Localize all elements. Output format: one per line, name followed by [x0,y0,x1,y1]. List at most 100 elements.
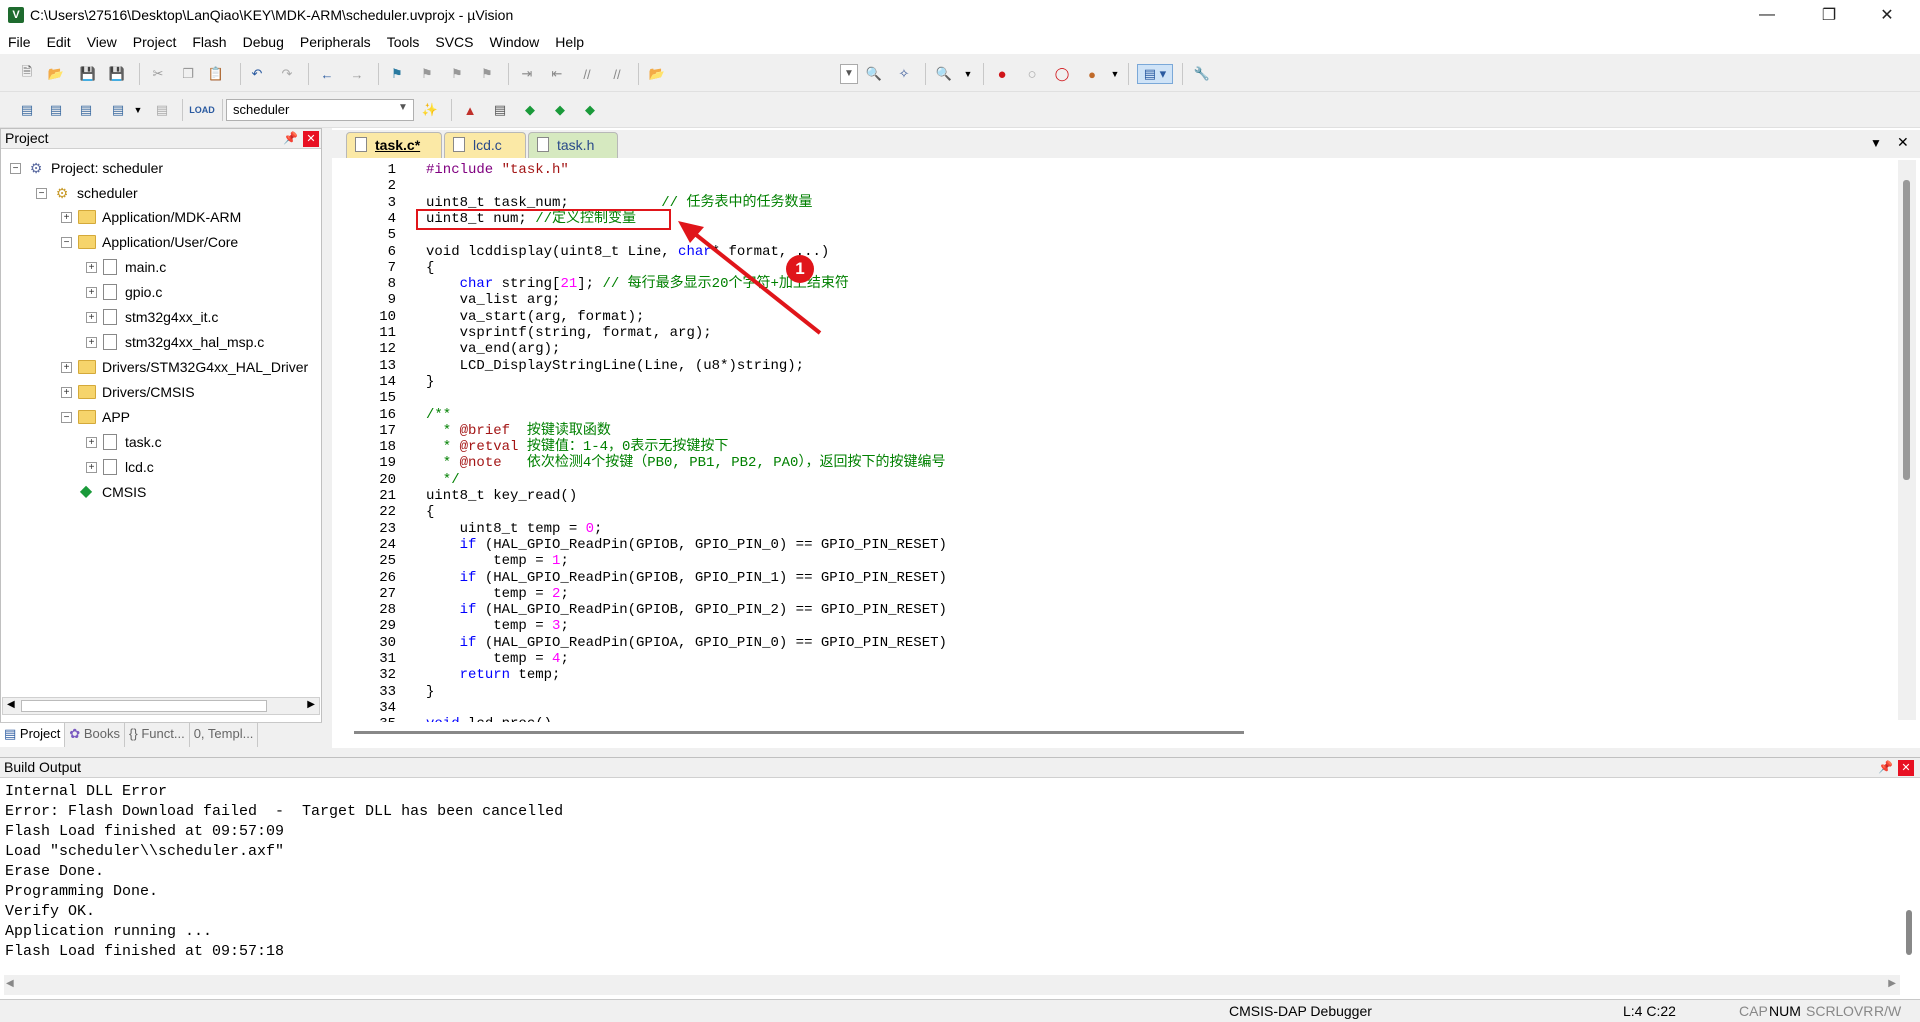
tab-functions[interactable]: {} Funct... [125,723,190,747]
tree-item-group[interactable]: + Drivers/STM32G4xx_HAL_Driver [61,356,308,378]
build-horizontal-scrollbar[interactable]: ◀ ▶ [4,975,1900,995]
cut-icon[interactable]: ✂ [148,64,168,84]
bookmark-icon[interactable]: ⚑ [387,64,407,84]
tree-item-target[interactable]: − ⚙ scheduler [36,182,138,204]
chevron-down-icon[interactable]: ▼ [128,100,148,120]
kill-breakpoints-icon[interactable]: ● [1082,64,1102,84]
tab-task-h[interactable]: task.h [528,132,618,158]
collapse-icon[interactable]: − [36,187,47,199]
configure-icon[interactable]: 🔧 [1192,64,1212,84]
tree-item-file[interactable]: + gpio.c [86,281,162,303]
window-layout-icon[interactable]: ▤ ▾ [1137,64,1173,84]
insert-breakpoint-icon[interactable]: ● [992,64,1012,84]
select-packs-icon[interactable]: ▤ [490,100,510,120]
disable-breakpoints-icon[interactable]: ◯ [1052,64,1072,84]
new-file-icon[interactable]: 🗎 [17,64,37,84]
expand-icon[interactable]: + [86,336,97,348]
manage-components-icon[interactable]: ◆ [580,100,600,120]
close-panel-button[interactable]: ✕ [1898,760,1914,776]
tree-item-file[interactable]: + main.c [86,256,166,278]
menu-edit[interactable]: Edit [39,34,79,50]
expand-icon[interactable]: + [61,361,72,373]
menu-window[interactable]: Window [482,34,548,50]
maximize-button[interactable]: ❐ [1806,0,1852,30]
tree-item-file[interactable]: + stm32g4xx_it.c [86,306,218,328]
copy-icon[interactable]: ❐ [178,64,198,84]
close-panel-button[interactable]: ✕ [303,131,319,147]
build-icon[interactable]: ▤ [46,100,66,120]
clear-bookmarks-icon[interactable]: ⚑ [477,64,497,84]
menu-peripherals[interactable]: Peripherals [292,34,379,50]
navigate-back-icon[interactable]: ← [317,64,337,84]
enable-breakpoint-icon[interactable]: ○ [1022,64,1042,84]
chevron-down-icon[interactable]: ▼ [1105,64,1125,84]
expand-icon[interactable]: + [61,386,72,398]
menu-help[interactable]: Help [547,34,592,50]
collapse-icon[interactable]: − [61,236,72,248]
menu-view[interactable]: View [79,34,125,50]
load-download-icon[interactable]: LOAD [189,100,215,120]
tab-project[interactable]: ▤ Project [0,723,66,747]
redo-icon[interactable]: ↷ [277,64,297,84]
scroll-right-icon[interactable]: ▶ [307,699,315,710]
paste-icon[interactable]: 📋 [206,64,226,84]
save-icon[interactable]: 💾 [78,64,98,84]
close-tab-icon[interactable]: ✕ [1897,134,1909,151]
pack-installer-icon[interactable]: ◆ [550,100,570,120]
pin-icon[interactable]: 📌 [283,131,298,145]
scroll-left-icon[interactable]: ◀ [7,699,15,710]
tree-item-file[interactable]: + stm32g4xx_hal_msp.c [86,331,264,353]
tree-item-group[interactable]: + Drivers/CMSIS [61,381,195,403]
chevron-down-icon[interactable]: ▼ [395,102,411,118]
expand-icon[interactable]: + [86,286,97,298]
tab-lcd-c[interactable]: lcd.c [444,132,526,158]
build-vertical-scrollbar[interactable] [1902,780,1918,980]
tree-item-component[interactable]: ◆ CMSIS [78,481,147,503]
tab-templates[interactable]: 0, Templ... [190,723,259,747]
menu-tools[interactable]: Tools [379,34,428,50]
scroll-thumb[interactable] [1906,910,1912,955]
navigate-forward-icon[interactable]: → [347,64,367,84]
close-button[interactable]: ✕ [1864,0,1910,30]
chevron-down-icon[interactable]: ▼ [840,64,858,84]
editor-vertical-scrollbar[interactable] [1898,160,1916,720]
project-horizontal-scrollbar[interactable]: ◀ ▶ [2,697,320,715]
manage-rte-icon[interactable]: ◆ [520,100,540,120]
expand-icon[interactable]: + [86,311,97,323]
tree-item-group[interactable]: + Application/MDK-ARM [61,206,241,228]
pin-icon[interactable]: 📌 [1878,760,1893,774]
menu-debug[interactable]: Debug [235,34,292,50]
minimize-button[interactable]: — [1744,0,1790,30]
collapse-icon[interactable]: − [10,162,21,174]
tree-item-file[interactable]: + lcd.c [86,456,154,478]
chevron-down-icon[interactable]: ▼ [958,64,978,84]
scroll-thumb[interactable] [1903,180,1910,480]
find-icon[interactable]: 🔍 [864,64,884,84]
tree-item-file[interactable]: + task.c [86,431,162,453]
target-options-icon[interactable]: ✨ [420,100,440,120]
expand-icon[interactable]: + [61,211,72,223]
manage-project-items-icon[interactable]: ▲ [460,100,480,120]
open-file-icon[interactable]: 📂 [46,64,66,84]
expand-icon[interactable]: + [86,436,97,448]
menu-flash[interactable]: Flash [184,34,234,50]
expand-icon[interactable]: + [86,461,97,473]
tree-item-group[interactable]: − Application/User/Core [61,231,238,253]
rebuild-icon[interactable]: ▤ [76,100,96,120]
find-combo[interactable]: ▼ [510,64,858,86]
scroll-left-icon[interactable]: ◀ [6,978,14,989]
translate-icon[interactable]: ▤ [17,100,37,120]
debug-session-icon[interactable]: 🔍 [934,64,954,84]
tab-task-c[interactable]: task.c* [346,132,442,158]
incremental-find-icon[interactable]: ✧ [894,64,914,84]
undo-icon[interactable]: ↶ [247,64,267,84]
menu-svcs[interactable]: SVCS [427,34,481,50]
prev-bookmark-icon[interactable]: ⚑ [417,64,437,84]
editor-horizontal-scrollbar[interactable] [354,727,1894,739]
save-all-icon[interactable]: 💾 [107,64,127,84]
scroll-right-icon[interactable]: ▶ [1888,978,1896,989]
tree-item-group[interactable]: − APP [61,406,130,428]
scroll-thumb[interactable] [354,731,1244,734]
menu-project[interactable]: Project [125,34,185,50]
next-bookmark-icon[interactable]: ⚑ [447,64,467,84]
